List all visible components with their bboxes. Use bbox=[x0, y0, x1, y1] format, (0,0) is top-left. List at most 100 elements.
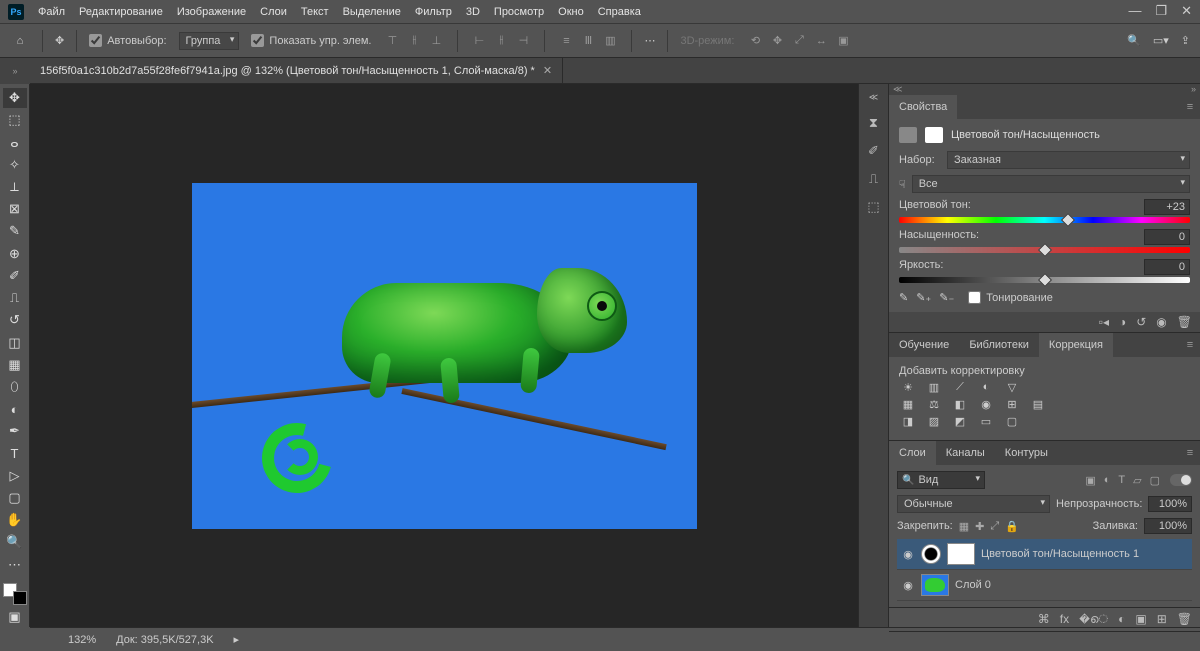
align-left-icon[interactable]: ⊢ bbox=[470, 32, 488, 50]
menu-window[interactable]: Окно bbox=[558, 6, 584, 18]
lasso-tool[interactable]: ⴰ bbox=[3, 132, 27, 152]
layer-row[interactable]: ◉ Цветовой тон/Насыщенность 1 bbox=[897, 539, 1192, 570]
lock-position-icon[interactable]: ✚ bbox=[975, 520, 984, 533]
channel-mixer-adj-icon[interactable]: ⊞ bbox=[1003, 398, 1021, 411]
properties-tab[interactable]: Свойства bbox=[889, 95, 957, 119]
menu-image[interactable]: Изображение bbox=[177, 6, 246, 18]
gradient-map-adj-icon[interactable]: ▭ bbox=[977, 415, 995, 428]
blend-mode-dropdown[interactable]: Обычные bbox=[897, 495, 1050, 513]
photo-filter-adj-icon[interactable]: ◉ bbox=[977, 398, 995, 411]
hand-tool[interactable]: ✋ bbox=[3, 510, 27, 530]
tab-learn[interactable]: Обучение bbox=[889, 333, 959, 357]
orbit-3d-icon[interactable]: ⟲ bbox=[746, 32, 764, 50]
lock-all-icon[interactable]: 🔒 bbox=[1005, 520, 1019, 533]
colorize-check[interactable] bbox=[968, 291, 981, 304]
lightness-slider-thumb[interactable] bbox=[1037, 273, 1051, 287]
delete-adjustment-icon[interactable]: 🗑 bbox=[1177, 315, 1192, 329]
magic-wand-tool[interactable]: ✧ bbox=[3, 155, 27, 175]
hue-slider-thumb[interactable] bbox=[1061, 213, 1075, 227]
menu-filter[interactable]: Фильтр bbox=[415, 6, 452, 18]
panel-flyout-icon[interactable]: ≡ bbox=[1180, 441, 1200, 465]
saturation-slider-thumb[interactable] bbox=[1037, 243, 1051, 257]
toggle-visibility-icon[interactable]: ◉ bbox=[1156, 315, 1166, 329]
align-vcenter-icon[interactable]: ⫲ bbox=[405, 32, 423, 50]
eraser-tool[interactable]: ◫ bbox=[3, 332, 27, 352]
brush-tool[interactable]: ✐ bbox=[3, 266, 27, 286]
tab-adjustments[interactable]: Коррекция bbox=[1039, 333, 1113, 357]
home-icon[interactable]: ⌂ bbox=[10, 31, 30, 51]
menu-help[interactable]: Справка bbox=[598, 6, 641, 18]
menu-layers[interactable]: Слои bbox=[260, 6, 287, 18]
brushes-panel-icon[interactable]: ✐ bbox=[868, 143, 879, 159]
new-layer-icon[interactable]: ⊞ bbox=[1157, 612, 1167, 627]
edit-toolbar-icon[interactable]: ⋯ bbox=[3, 555, 27, 575]
brightness-adj-icon[interactable]: ☀ bbox=[899, 381, 917, 394]
close-tab-icon[interactable]: ✕ bbox=[543, 64, 552, 77]
layer-name[interactable]: Слой 0 bbox=[955, 579, 991, 591]
layer-row[interactable]: ◉ Слой 0 bbox=[897, 570, 1192, 601]
shape-tool[interactable]: ▢ bbox=[3, 488, 27, 508]
pan-3d-icon[interactable]: ✥ bbox=[768, 32, 786, 50]
align-hcenter-icon[interactable]: ⫲ bbox=[492, 32, 510, 50]
path-select-tool[interactable]: ▷ bbox=[3, 466, 27, 486]
crop-tool[interactable]: ⟂ bbox=[3, 177, 27, 197]
panel-collapse-bar[interactable]: ≪» bbox=[889, 84, 1200, 95]
color-swatches[interactable] bbox=[3, 583, 27, 605]
new-adjustment-icon[interactable]: ◐ bbox=[1118, 612, 1125, 627]
background-color[interactable] bbox=[13, 591, 27, 605]
curves-adj-icon[interactable]: ⟋ bbox=[951, 381, 969, 394]
adjustment-thumb[interactable] bbox=[921, 544, 941, 564]
delete-layer-icon[interactable]: 🗑 bbox=[1177, 612, 1192, 627]
autoselect-checkbox[interactable]: Автовыбор: bbox=[89, 34, 166, 47]
expand-dock-icon[interactable]: » bbox=[0, 58, 30, 84]
bw-adj-icon[interactable]: ◧ bbox=[951, 398, 969, 411]
preset-dropdown[interactable]: Заказная bbox=[947, 151, 1190, 169]
layer-style-icon[interactable]: fx bbox=[1060, 612, 1069, 627]
dolly-3d-icon[interactable]: ⤢ bbox=[790, 32, 808, 50]
exposure-adj-icon[interactable]: ◐ bbox=[977, 381, 995, 394]
colorize-checkbox[interactable]: Тонирование bbox=[968, 291, 1053, 304]
layer-mask-icon[interactable]: �െ bbox=[1079, 612, 1108, 627]
view-previous-icon[interactable]: ◑ bbox=[1119, 315, 1126, 329]
search-icon[interactable]: 🔍 bbox=[1127, 34, 1141, 47]
healing-brush-tool[interactable]: ⊕ bbox=[3, 244, 27, 264]
menu-text[interactable]: Текст bbox=[301, 6, 329, 18]
saturation-slider[interactable] bbox=[899, 247, 1190, 253]
distribute-spacing-icon[interactable]: ▥ bbox=[601, 32, 619, 50]
move-tool[interactable]: ✥ bbox=[3, 88, 27, 108]
history-brush-tool[interactable]: ↺ bbox=[3, 310, 27, 330]
panel-flyout-icon[interactable]: ≡ bbox=[1180, 95, 1200, 119]
marquee-tool[interactable]: ⬚ bbox=[3, 110, 27, 130]
eyedropper-icon[interactable]: ✎ bbox=[899, 291, 908, 304]
invert-adj-icon[interactable]: ◨ bbox=[899, 415, 917, 428]
history-panel-icon[interactable]: ⧗ bbox=[869, 115, 878, 131]
distribute-v-icon[interactable]: ≡ bbox=[557, 32, 575, 50]
menu-3d[interactable]: 3D bbox=[466, 6, 480, 18]
distribute-h-icon[interactable]: Ⅲ bbox=[579, 32, 597, 50]
color-balance-adj-icon[interactable]: ⚖ bbox=[925, 398, 943, 411]
saturation-value-input[interactable]: 0 bbox=[1144, 229, 1190, 245]
levels-adj-icon[interactable]: ▥ bbox=[925, 381, 943, 394]
filter-type-icon[interactable]: T bbox=[1118, 474, 1125, 487]
new-group-icon[interactable]: ▣ bbox=[1135, 612, 1146, 627]
lock-pixels-icon[interactable]: ▦ bbox=[959, 520, 969, 533]
camera-3d-icon[interactable]: ▣ bbox=[834, 32, 852, 50]
filter-adjust-icon[interactable]: ◐ bbox=[1104, 474, 1111, 487]
tab-libraries[interactable]: Библиотеки bbox=[959, 333, 1039, 357]
share-icon[interactable]: ⇪ bbox=[1181, 34, 1190, 47]
autoselect-check[interactable] bbox=[89, 34, 102, 47]
show-transform-controls[interactable]: Показать упр. элем. bbox=[251, 34, 371, 47]
panel-flyout-icon[interactable]: ≡ bbox=[1180, 333, 1200, 357]
show-controls-check[interactable] bbox=[251, 34, 264, 47]
clone-panel-icon[interactable]: ⎍ bbox=[869, 171, 878, 187]
hue-value-input[interactable]: +23 bbox=[1144, 199, 1190, 215]
more-options-icon[interactable]: ⋯ bbox=[644, 34, 655, 47]
eyedropper-tool[interactable]: ✎ bbox=[3, 221, 27, 241]
align-bottom-icon[interactable]: ⊥ bbox=[427, 32, 445, 50]
layer-name[interactable]: Цветовой тон/Насыщенность 1 bbox=[981, 548, 1139, 560]
fill-input[interactable]: 100% bbox=[1144, 518, 1192, 534]
gradient-tool[interactable]: ▦ bbox=[3, 355, 27, 375]
vibrance-adj-icon[interactable]: ▽ bbox=[1003, 381, 1021, 394]
move-tool-icon[interactable]: ✥ bbox=[55, 34, 64, 47]
threshold-adj-icon[interactable]: ◩ bbox=[951, 415, 969, 428]
